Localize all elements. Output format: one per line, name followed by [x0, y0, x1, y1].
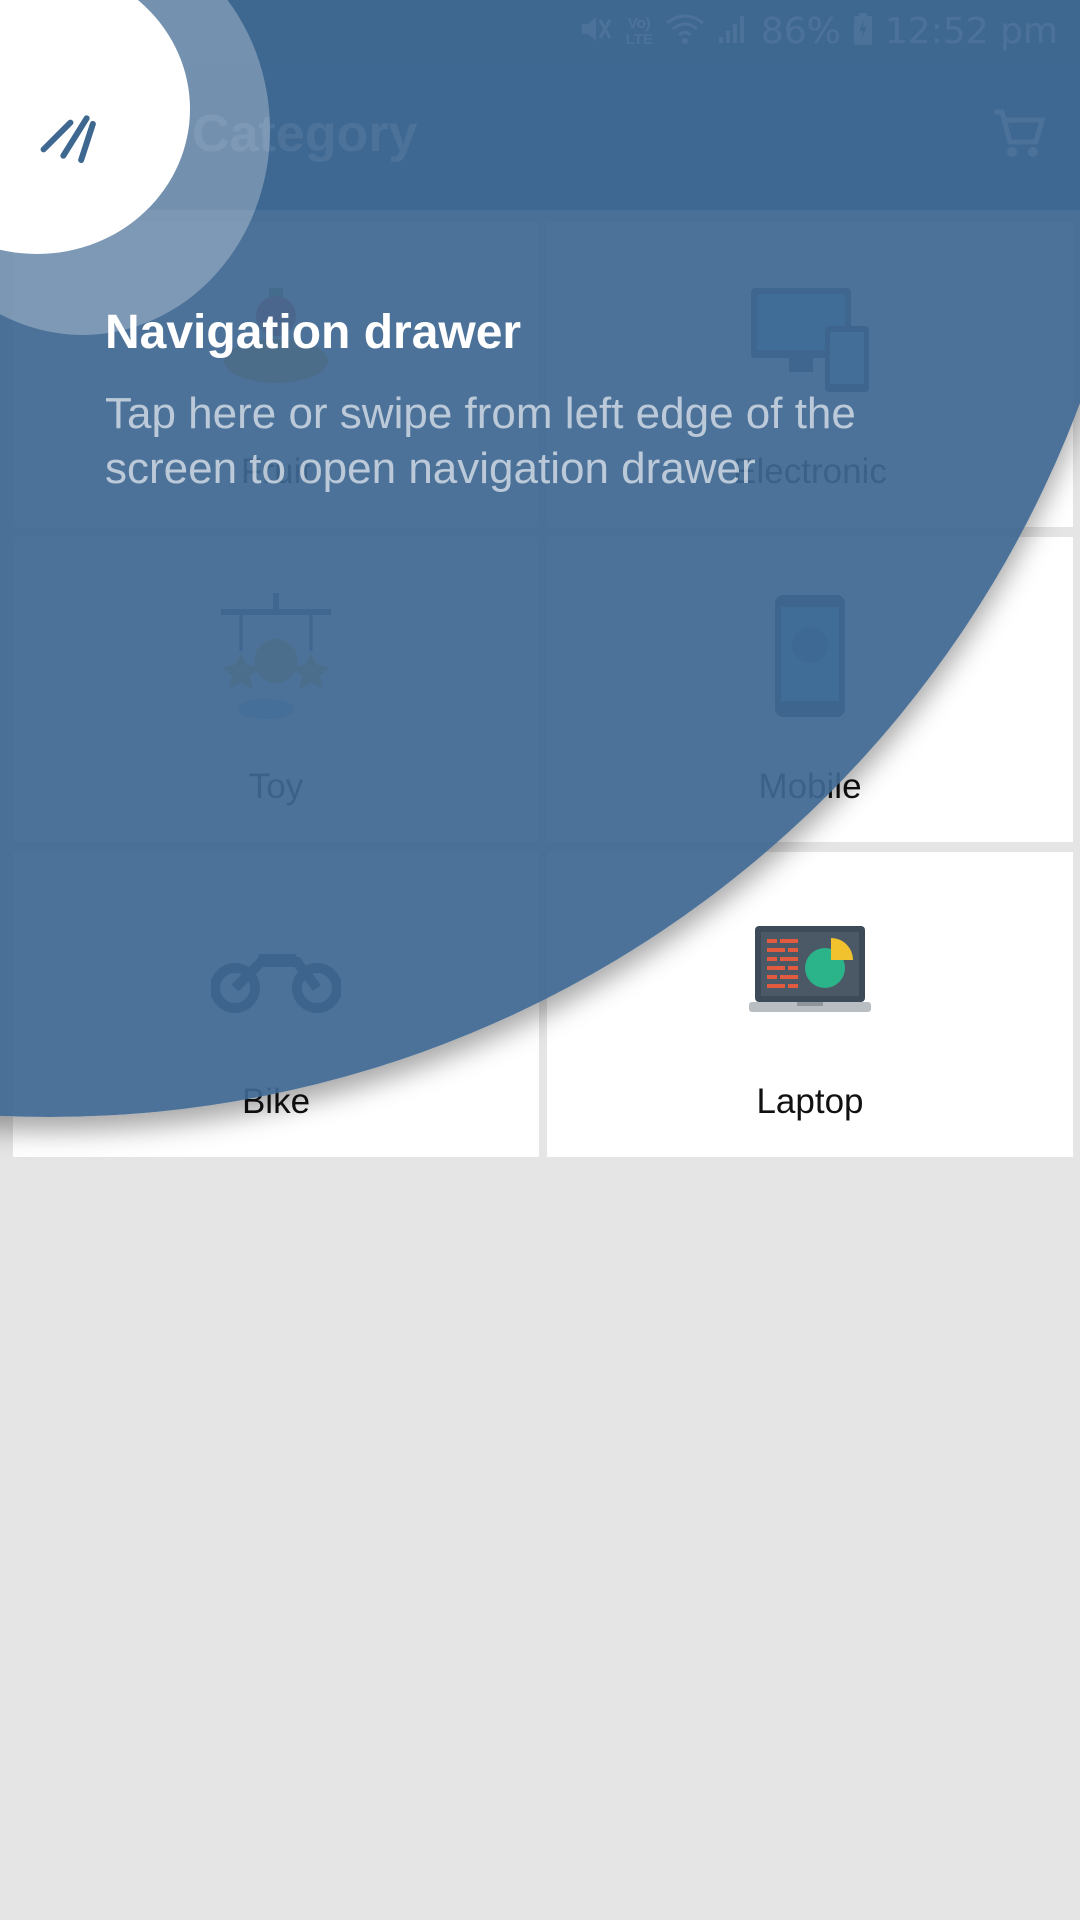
cart-icon[interactable]: [992, 108, 1046, 167]
category-label: Bike: [241, 1082, 311, 1121]
category-card-electronic[interactable]: Electronic: [547, 222, 1073, 527]
status-icons: Vo) LTE 86% 12:52 pm: [578, 0, 1058, 63]
category-card-bike[interactable]: Bike: [13, 852, 539, 1157]
battery-charging-icon: [853, 12, 873, 51]
fruit-icon: [211, 276, 341, 406]
volte-icon: Vo) LTE: [625, 14, 653, 48]
electronic-devices-icon: [745, 276, 875, 406]
navigation-drawer-button[interactable]: [39, 106, 102, 168]
app-bar: Category: [0, 63, 1080, 210]
signal-icon: [717, 13, 749, 50]
mute-icon: [578, 12, 614, 51]
clock: 12:52 pm: [884, 11, 1058, 52]
category-label: Fruit: [241, 452, 311, 491]
mobile-phone-icon: [745, 591, 875, 721]
status-bar: Vo) LTE 86% 12:52 pm: [0, 0, 1080, 63]
laptop-chart-icon: [745, 906, 875, 1036]
category-card-fruit[interactable]: Fruit: [13, 222, 539, 527]
category-card-mobile[interactable]: Mobile: [547, 537, 1073, 842]
battery-percent: 86%: [760, 11, 841, 52]
page-title: Category: [192, 105, 418, 163]
motorbike-icon: [210, 906, 342, 1036]
category-label: Toy: [248, 767, 304, 806]
wifi-icon: [665, 13, 705, 50]
category-label: Laptop: [756, 1082, 864, 1121]
category-label: Mobile: [758, 767, 862, 806]
gallery-notification-icon: [18, 16, 50, 51]
category-card-laptop[interactable]: Laptop: [547, 852, 1073, 1157]
category-label: Electronic: [733, 452, 887, 491]
toy-mobile-icon: [211, 591, 341, 721]
category-card-toy[interactable]: Toy: [13, 537, 539, 842]
